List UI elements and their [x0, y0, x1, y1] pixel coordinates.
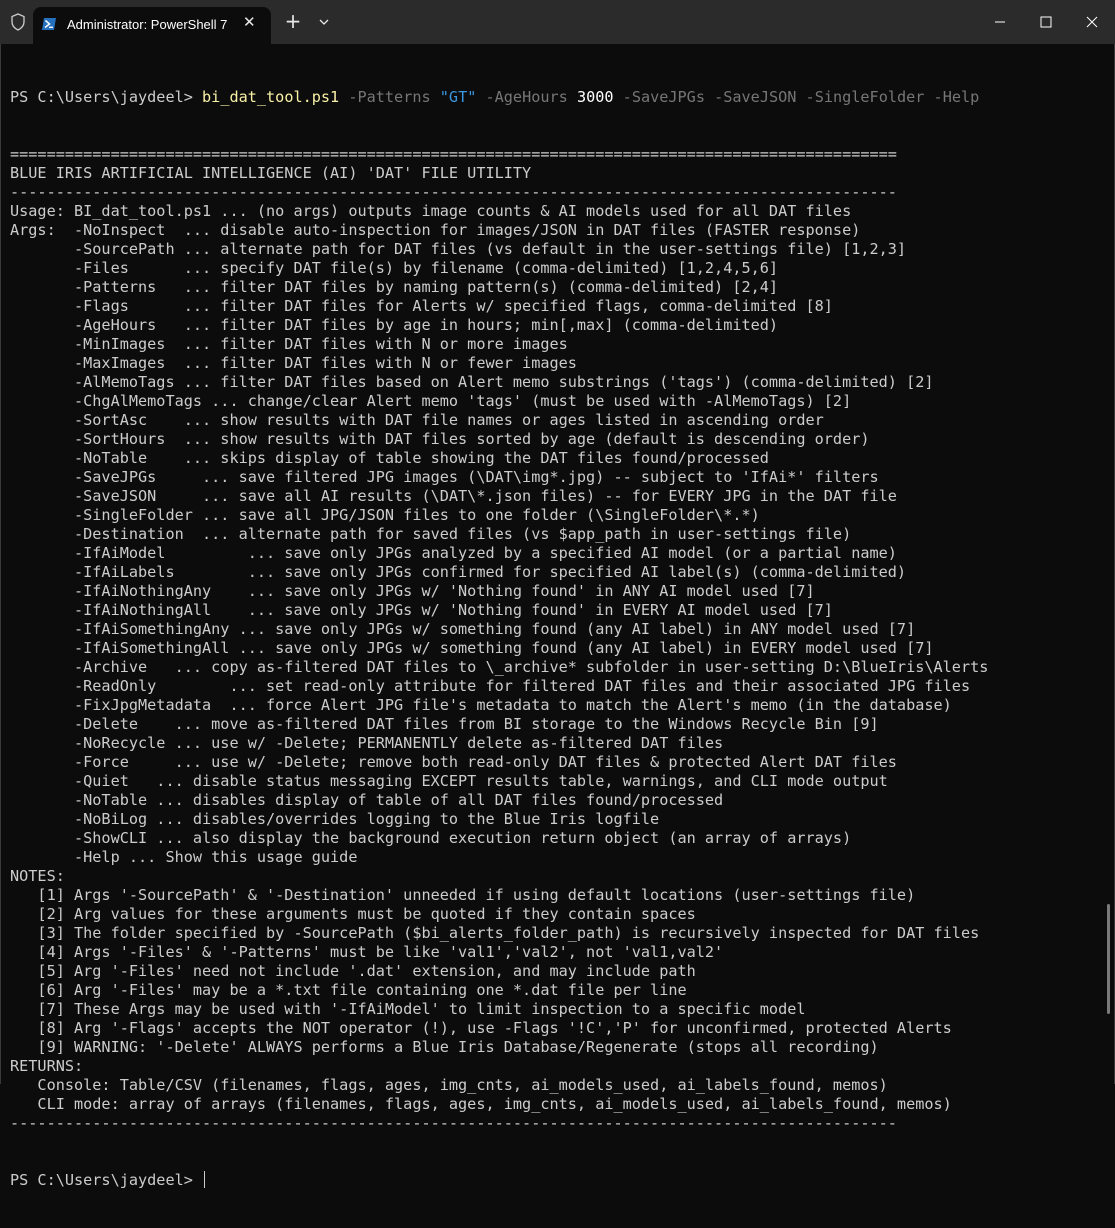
title-bar: Administrator: PowerShell 7 ✕ +	[0, 0, 1115, 44]
scrollbar[interactable]	[1107, 904, 1110, 1014]
patterns-param: -Patterns	[339, 88, 440, 106]
output-line: CLI mode: array of arrays (filenames, fl…	[10, 1095, 952, 1113]
output-block: ========================================…	[10, 145, 988, 1133]
shield-icon[interactable]	[8, 12, 28, 32]
agehours-param: -AgeHours	[476, 88, 577, 106]
output-line: -IfAiNothingAll ... save only JPGs w/ 'N…	[10, 601, 833, 619]
terminal-output: PS C:\Users\jaydeel> bi_dat_tool.ps1 -Pa…	[10, 50, 988, 1228]
agehours-value: 3000	[576, 88, 614, 106]
output-line: -IfAiLabels ... save only JPGs confirmed…	[10, 563, 907, 581]
output-line: -SortHours ... show results with DAT fil…	[10, 430, 870, 448]
output-line: -NoTable ... disables display of table o…	[10, 791, 724, 809]
output-line: -IfAiSomethingAny ... save only JPGs w/ …	[10, 620, 916, 638]
output-line: -Files ... specify DAT file(s) by filena…	[10, 259, 779, 277]
maximize-icon[interactable]	[1023, 0, 1069, 44]
output-line: -NoBiLog ... disables/overrides logging …	[10, 810, 660, 828]
final-prompt-line[interactable]: PS C:\Users\jaydeel>	[10, 1171, 988, 1190]
prompt: PS C:\Users\jaydeel>	[10, 88, 203, 106]
output-line: -FixJpgMetadata ... force Alert JPG file…	[10, 696, 952, 714]
output-line: -Force ... use w/ -Delete; remove both r…	[10, 753, 897, 771]
output-line: -MinImages ... filter DAT files with N o…	[10, 335, 568, 353]
chevron-down-icon[interactable]	[316, 14, 332, 30]
output-line: ----------------------------------------…	[10, 183, 897, 201]
output-line: -Destination ... alternate path for save…	[10, 525, 852, 543]
output-line: -SingleFolder ... save all JPG/JSON file…	[10, 506, 760, 524]
output-line: NOTES:	[10, 867, 65, 885]
output-line: -SaveJPGs ... save filtered JPG images (…	[10, 468, 879, 486]
output-line: -AgeHours ... filter DAT files by age in…	[10, 316, 779, 334]
output-line: [6] Arg '-Files' may be a *.txt file con…	[10, 981, 687, 999]
output-line: -ShowCLI ... also display the background…	[10, 829, 852, 847]
output-line: ========================================…	[10, 145, 897, 163]
switch-params: -SaveJPGs -SaveJSON -SingleFolder -Help	[613, 88, 980, 106]
output-line: -IfAiSomethingAll ... save only JPGs w/ …	[10, 639, 934, 657]
close-window-icon[interactable]	[1069, 0, 1115, 44]
output-line: -NoRecycle ... use w/ -Delete; PERMANENT…	[10, 734, 724, 752]
output-line: -SourcePath ... alternate path for DAT f…	[10, 240, 907, 258]
output-line: -IfAiNothingAny ... save only JPGs w/ 'N…	[10, 582, 815, 600]
output-line: -Patterns ... filter DAT files by naming…	[10, 278, 779, 296]
powershell-icon	[42, 18, 56, 30]
output-line: [2] Arg values for these arguments must …	[10, 905, 696, 923]
output-line: RETURNS:	[10, 1057, 84, 1075]
output-line: [4] Args '-Files' & '-Patterns' must be …	[10, 943, 724, 961]
output-line: BLUE IRIS ARTIFICIAL INTELLIGENCE (AI) '…	[10, 164, 532, 182]
output-line: -SaveJSON ... save all AI results (\DAT\…	[10, 487, 897, 505]
output-line: -ChgAlMemoTags ... change/clear Alert me…	[10, 392, 852, 410]
script-name: bi_dat_tool.ps1	[202, 88, 340, 106]
output-line: [9] WARNING: '-Delete' ALWAYS performs a…	[10, 1038, 879, 1056]
output-line: -Archive ... copy as-filtered DAT files …	[10, 658, 989, 676]
output-line: -IfAiModel ... save only JPGs analyzed b…	[10, 544, 897, 562]
output-line: -ReadOnly ... set read-only attribute fo…	[10, 677, 971, 695]
output-line: ----------------------------------------…	[10, 1114, 897, 1132]
output-line: -Quiet ... disable status messaging EXCE…	[10, 772, 888, 790]
output-line: -MaxImages ... filter DAT files with N o…	[10, 354, 577, 372]
output-line: [8] Arg '-Flags' accepts the NOT operato…	[10, 1019, 952, 1037]
output-line: [3] The folder specified by -SourcePath …	[10, 924, 980, 942]
output-line: -Flags ... filter DAT files for Alerts w…	[10, 297, 833, 315]
tab-powershell[interactable]: Administrator: PowerShell 7 ✕	[33, 7, 271, 44]
plus-icon[interactable]: +	[283, 11, 303, 33]
output-line: -AlMemoTags ... filter DAT files based o…	[10, 373, 934, 391]
output-line: Usage: BI_dat_tool.ps1 ... (no args) out…	[10, 202, 852, 220]
command-line: PS C:\Users\jaydeel> bi_dat_tool.ps1 -Pa…	[10, 88, 988, 107]
output-line: Console: Table/CSV (filenames, flags, ag…	[10, 1076, 888, 1094]
text-cursor	[204, 1171, 206, 1188]
output-line: [5] Arg '-Files' need not include '.dat'…	[10, 962, 696, 980]
output-line: -NoTable ... skips display of table show…	[10, 449, 769, 467]
output-line: [1] Args '-SourcePath' & '-Destination' …	[10, 886, 916, 904]
output-line: [7] These Args may be used with '-IfAiMo…	[10, 1000, 806, 1018]
output-line: -Delete ... move as-filtered DAT files f…	[10, 715, 879, 733]
minimize-icon[interactable]	[977, 0, 1023, 44]
output-line: -SortAsc ... show results with DAT file …	[10, 411, 824, 429]
terminal-pane[interactable]: PS C:\Users\jaydeel> bi_dat_tool.ps1 -Pa…	[0, 44, 1115, 1189]
patterns-value: "GT"	[439, 88, 477, 106]
tab-title: Administrator: PowerShell 7	[67, 17, 228, 32]
close-icon[interactable]: ✕	[243, 13, 256, 31]
output-line: Args: -NoInspect ... disable auto-inspec…	[10, 221, 861, 239]
output-line: -Help ... Show this usage guide	[10, 848, 358, 866]
final-prompt: PS C:\Users\jaydeel>	[10, 1171, 203, 1189]
